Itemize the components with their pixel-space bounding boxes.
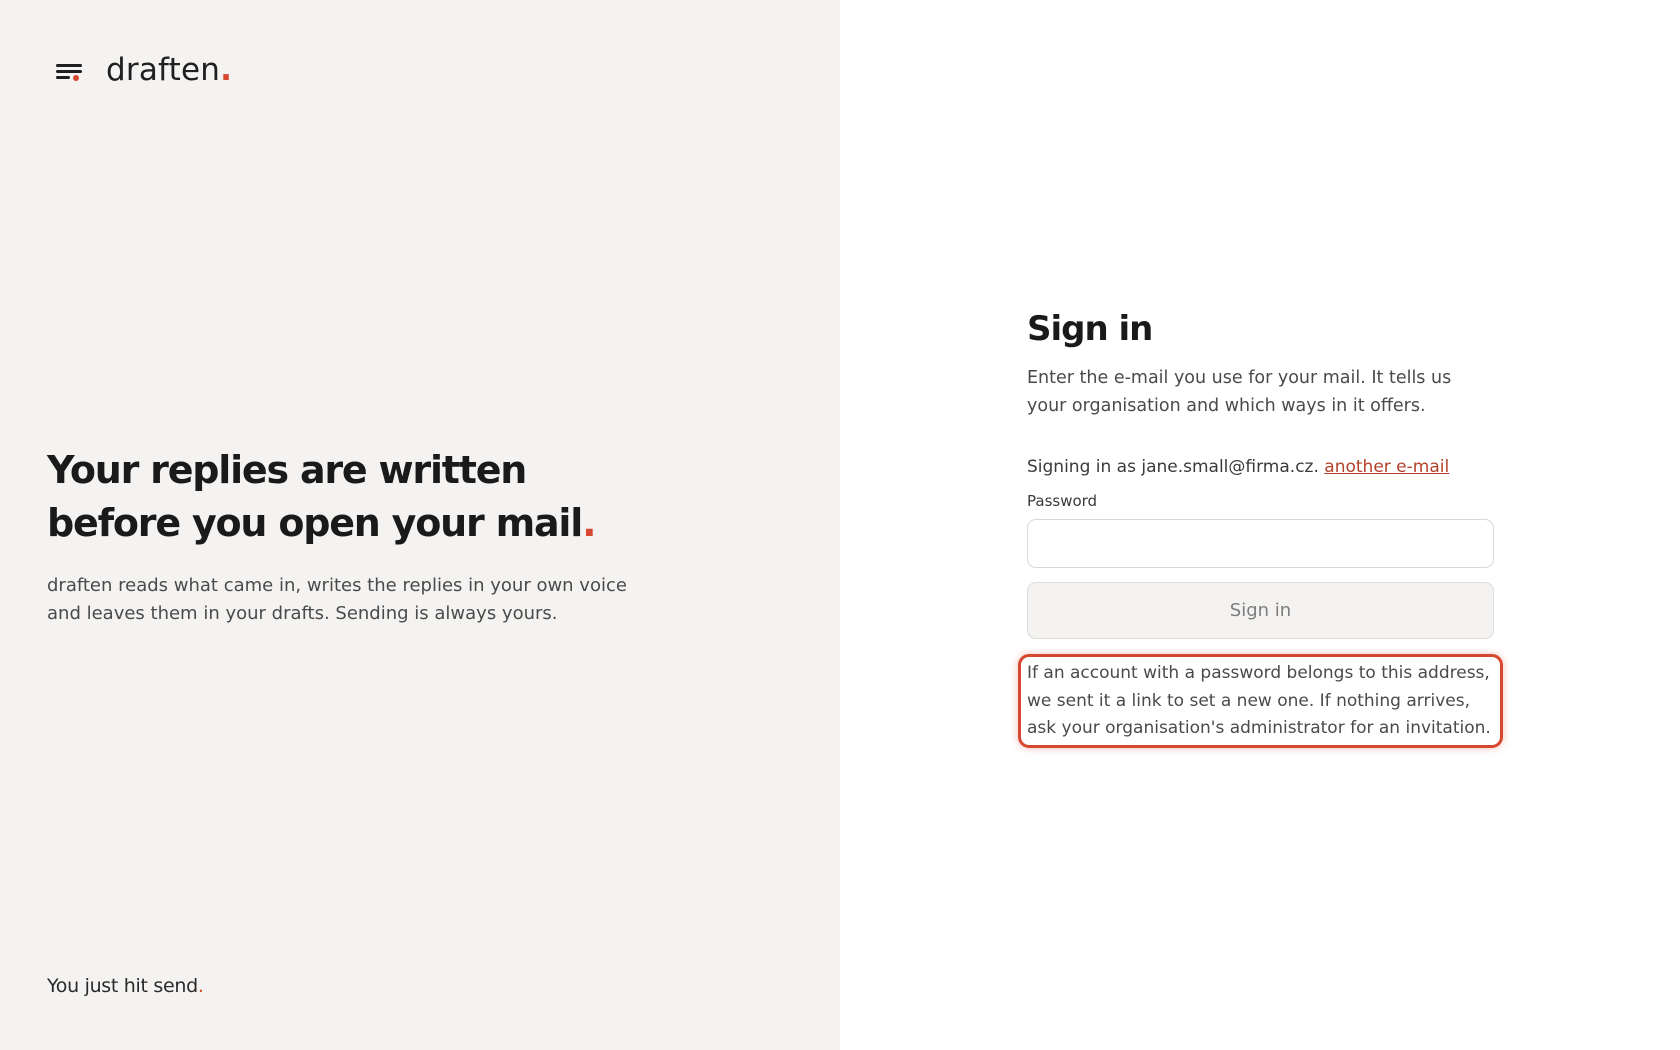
left-panel: draften. Your replies are written before…: [0, 0, 840, 1050]
signin-description: Enter the e-mail you use for your mail. …: [1027, 368, 1452, 416]
logo-dot: .: [220, 52, 233, 88]
brand: draften.: [56, 52, 232, 88]
tagline-text: You just hit send: [47, 975, 198, 997]
signing-in-as: Signing in as jane.small@firma.cz. anoth…: [1027, 454, 1494, 480]
menu-lines-icon[interactable]: [56, 59, 82, 81]
password-label: Password: [1027, 492, 1098, 510]
hero: Your replies are written before you open…: [47, 444, 667, 628]
hero-title-text: Your replies are written before you open…: [47, 448, 583, 545]
hero-title: Your replies are written before you open…: [47, 444, 667, 550]
hero-subtitle: draften reads what came in, writes the r…: [47, 575, 627, 624]
logo-text: draften: [106, 52, 221, 88]
hero-title-dot: .: [582, 501, 596, 545]
signin-title: Sign in: [1027, 309, 1153, 349]
another-email-link[interactable]: another e-mail: [1324, 457, 1449, 477]
signin-form: Sign in Enter the e-mail you use for you…: [1027, 306, 1494, 639]
signing-in-as-text: Signing in as jane.small@firma.cz.: [1027, 457, 1319, 477]
tagline-dot: .: [197, 975, 204, 997]
password-reset-notice: If an account with a password belongs to…: [1027, 663, 1491, 738]
password-input[interactable]: [1027, 519, 1494, 568]
sign-in-button[interactable]: Sign in: [1027, 582, 1494, 639]
tagline: You just hit send.: [47, 975, 204, 997]
logo: draften.: [106, 52, 232, 88]
